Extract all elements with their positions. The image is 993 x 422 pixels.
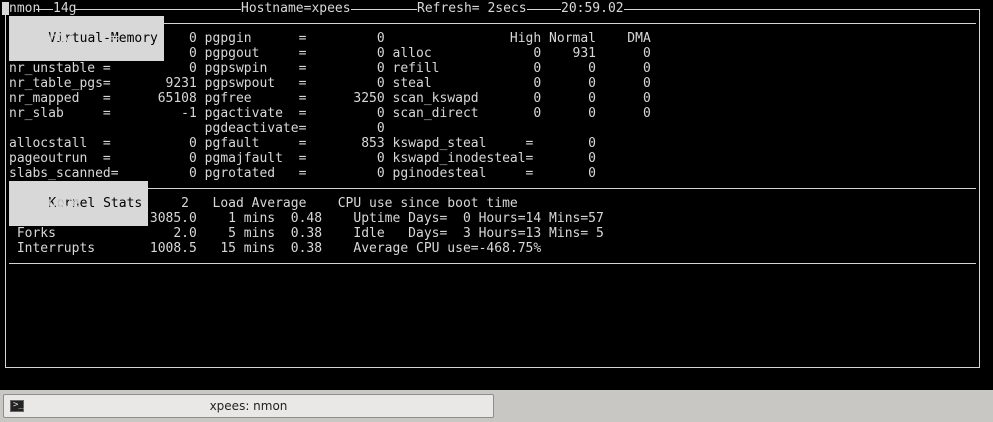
stat-line: nr_mapped = 65108 pgfree = 3250 scan_ksw… [9, 91, 651, 106]
refresh-label: Refresh= 2secs [417, 1, 527, 16]
stat-line: pgdeactivate= 0 [9, 121, 385, 136]
stat-line: Forks 2.0 5 mins 0.38 Idle Days= 3 Hours… [9, 226, 604, 241]
stat-line: nr_table_pgs= 9231 pgpswpout = 0 steal 0… [9, 76, 651, 91]
vm-separator [136, 23, 976, 24]
hostname-label: Hostname=xpees [241, 1, 351, 16]
stat-line: nr_unstable = 0 pgpswpin = 0 refill 0 0 … [9, 61, 651, 76]
title-dash [536, 9, 557, 10]
taskbar-window-button[interactable]: >_ xpees: nmon [3, 394, 494, 418]
stat-line: pageoutrun = 0 pgmajfault = 0 kswapd_ino… [9, 151, 596, 166]
taskbar: >_ xpees: nmon [0, 390, 993, 422]
terminal-window[interactable]: nmon 14g Hostname=xpees Refresh= 2secs 2… [0, 0, 993, 390]
title-dash [626, 9, 976, 10]
title-dash [36, 9, 49, 10]
stat-line: allocstall = 0 pgfault = 853 kswapd_stea… [9, 136, 596, 151]
stat-line: ContextSwitch 3085.0 1 mins 0.48 Uptime … [9, 211, 604, 226]
stat-line: Interrupts 1008.5 15 mins 0.38 Average C… [9, 241, 542, 256]
title-dash [367, 9, 413, 10]
title-dash [75, 9, 237, 10]
clock-label: 20:59.02 [561, 1, 624, 16]
stat-line: nr_writeback= 0 pgpgout = 0 alloc 0 931 … [9, 46, 651, 61]
bottom-separator [9, 263, 976, 264]
kernel-separator [121, 188, 976, 189]
stat-line: nr_slab = -1 pgactivate = 0 scan_direct … [9, 106, 651, 121]
taskbar-window-label: xpees: nmon [209, 399, 288, 413]
program-version: 14g [53, 1, 77, 16]
stat-line: slabs_scanned= 0 pgrotated = 0 pginodest… [9, 166, 596, 181]
stat-line: RunQueue 2 Load Average CPU use since bo… [9, 196, 518, 211]
stat-line: nr_dirty = 0 pgpgin = 0 High Normal DMA [9, 31, 651, 46]
